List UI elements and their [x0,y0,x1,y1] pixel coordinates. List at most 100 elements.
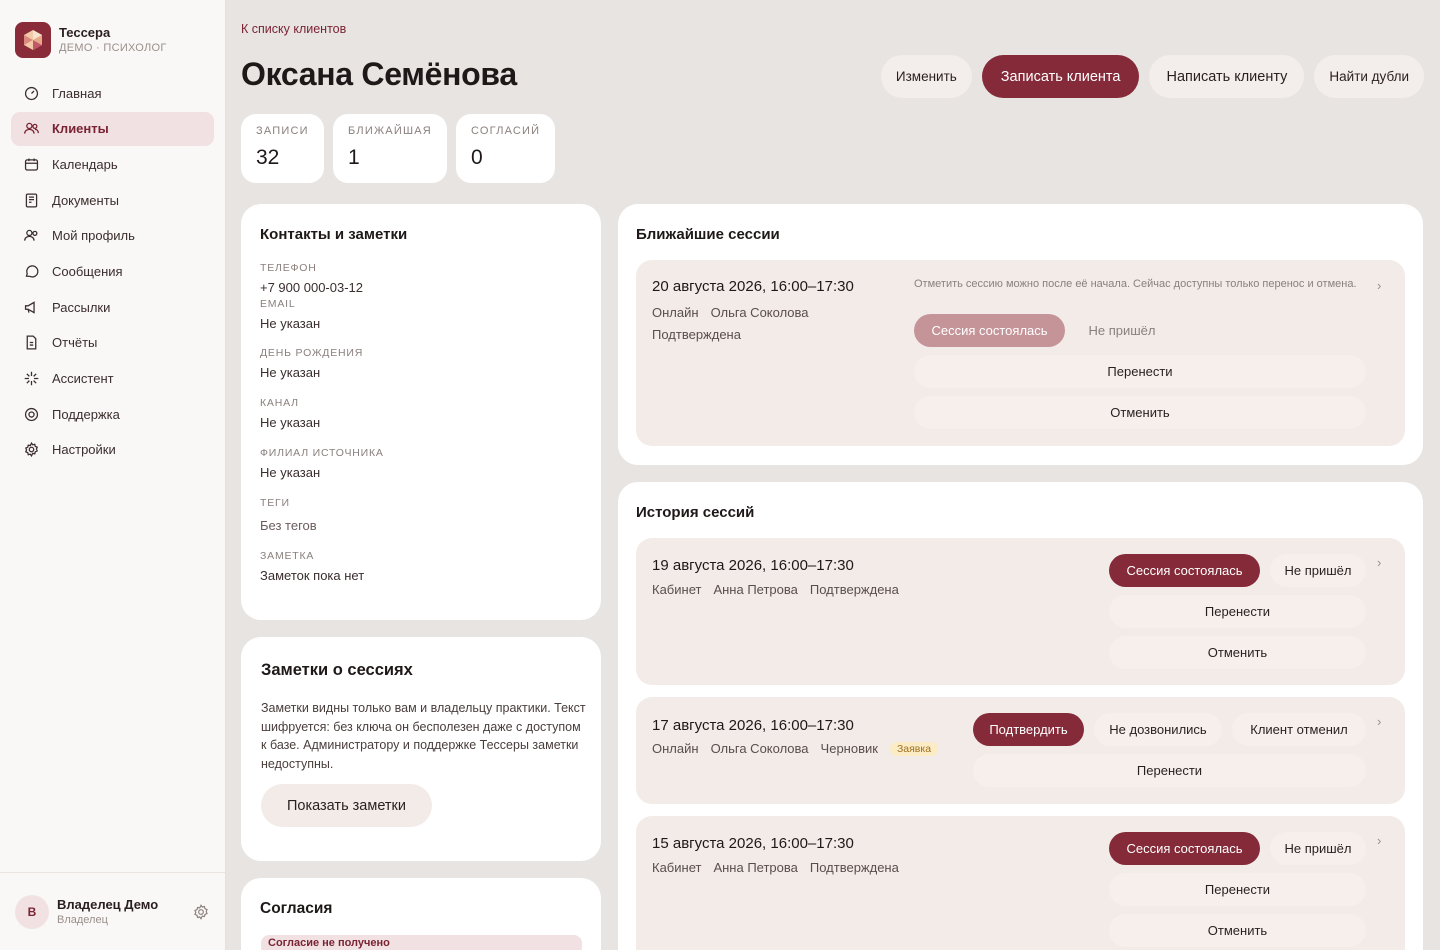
history-session-item[interactable]: 17 августа 2026, 16:00–17:30 Онлайн Ольг… [636,697,1405,804]
upcoming-title: Ближайшие сессии [636,226,780,243]
sidebar-item-label: Настройки [52,442,116,458]
sidebar-item-home[interactable]: Главная [11,76,214,110]
chevron-right-icon[interactable]: › [1377,714,1387,729]
session-done-button[interactable]: Сессия состоялась [1109,832,1260,865]
stat-records: ЗАПИСИ 32 [241,114,324,183]
megaphone-icon [23,299,40,316]
stat-consents: СОГЛАСИЙ 0 [456,114,555,183]
no-show-button[interactable]: Не пришёл [1270,832,1366,865]
document-icon [23,192,40,209]
session-meta: Онлайн Ольга Соколова [652,305,809,320]
cancel-button[interactable]: Отменить [914,396,1366,429]
sidebar-item-label: Главная [52,85,102,101]
session-meta: Кабинет Анна Петрова Подтверждена [652,582,899,597]
session-specialist: Анна Петрова [713,860,798,875]
header-actions: Изменить Записать клиента Написать клиен… [871,55,1424,98]
history-session-item[interactable]: 19 августа 2026, 16:00–17:30 Кабинет Анн… [636,538,1405,685]
stat-value: 1 [348,146,360,169]
brand-title: Тессера [59,25,111,40]
consents-title: Согласия [260,900,333,917]
sidebar-item-calendar[interactable]: Календарь [11,147,214,181]
consent-status-badge: Согласие не получено [261,935,582,950]
client-cancelled-button[interactable]: Клиент отменил [1232,713,1366,746]
edit-button[interactable]: Изменить [880,55,972,98]
report-icon [23,334,40,351]
session-date: 20 августа 2026, 16:00–17:30 [652,278,854,295]
no-answer-button[interactable]: Не дозвонились [1094,713,1222,746]
session-specialist: Ольга Соколова [710,305,809,320]
sidebar-item-messages[interactable]: Сообщения [11,254,214,288]
sidebar-item-label: Мой профиль [52,228,135,244]
session-date: 19 августа 2026, 16:00–17:30 [652,557,854,574]
session-specialist: Ольга Соколова [710,741,809,756]
sidebar-item-profile[interactable]: Мой профиль [11,219,214,253]
sidebar-item-label: Поддержка [52,406,120,422]
consents-card: Согласия Согласие не получено [241,878,601,950]
reschedule-button[interactable]: Перенести [973,754,1366,787]
sidebar-item-documents[interactable]: Документы [11,183,214,217]
contacts-title: Контакты и заметки [260,226,408,243]
branch-value: Не указан [260,465,321,480]
request-badge: Заявка [889,742,939,756]
sidebar-item-reports[interactable]: Отчёты [11,326,214,360]
session-meta: Онлайн Ольга Соколова Черновик Заявка [652,741,939,756]
page-title: Оксана Семёнова [241,56,517,92]
session-status: Подтверждена [652,327,741,342]
write-client-button[interactable]: Написать клиенту [1149,55,1305,98]
birthday-value: Не указан [260,365,321,380]
upcoming-session-item[interactable]: 20 августа 2026, 16:00–17:30 Онлайн Ольг… [636,260,1405,446]
user-settings-gear-icon[interactable] [192,903,210,921]
sidebar-item-label: Отчёты [52,335,98,351]
show-notes-button[interactable]: Показать заметки [261,784,432,827]
reschedule-button[interactable]: Перенести [914,355,1366,388]
sidebar-item-settings[interactable]: Настройки [11,433,214,467]
brand[interactable]: Тессера ДЕМО · ПСИХОЛОГ [15,22,167,58]
birthday-label: ДЕНЬ РОЖДЕНИЯ [260,347,364,359]
sidebar: Тессера ДЕМО · ПСИХОЛОГ Главная Клиенты … [0,0,226,950]
book-client-button[interactable]: Записать клиента [981,55,1140,98]
dashboard-icon [23,85,40,102]
session-done-button[interactable]: Сессия состоялась [1109,554,1260,587]
session-done-button[interactable]: Сессия состоялась [914,314,1065,347]
confirm-button[interactable]: Подтвердить [973,713,1084,746]
user-block[interactable]: В Владелец Демо Владелец [0,872,225,950]
cancel-button[interactable]: Отменить [1109,914,1366,947]
session-date: 17 августа 2026, 16:00–17:30 [652,717,854,734]
sidebar-item-label: Ассистент [52,371,114,386]
sidebar-item-label: Клиенты [52,121,109,137]
brand-subtitle: ДЕМО · ПСИХОЛОГ [59,42,167,54]
contacts-card: Контакты и заметки ТЕЛЕФОН +7 900 000-03… [241,204,601,620]
chevron-right-icon[interactable]: › [1377,555,1387,570]
session-format: Кабинет [652,582,702,597]
history-title: История сессий [636,504,755,521]
session-notes-card: Заметки о сессиях Заметки видны только в… [241,637,601,861]
find-duplicates-button[interactable]: Найти дубли [1314,55,1424,98]
lifebuoy-icon [23,406,40,423]
reschedule-button[interactable]: Перенести [1109,873,1366,906]
calendar-icon [23,156,40,173]
message-icon [23,263,40,280]
channel-label: КАНАЛ [260,397,299,409]
cancel-button[interactable]: Отменить [1109,636,1366,669]
gear-icon [23,441,40,458]
sidebar-item-assistant[interactable]: Ассистент [11,362,214,396]
phone-value[interactable]: +7 900 000-03-12 [260,280,384,295]
no-show-button[interactable]: Не пришёл [1075,314,1169,347]
email-value: Не указан [260,316,321,331]
history-session-item[interactable]: 15 августа 2026, 16:00–17:30 Кабинет Анн… [636,816,1405,950]
session-status: Подтверждена [809,860,899,875]
stat-upcoming: БЛИЖАЙШАЯ 1 [333,114,447,183]
session-specialist: Анна Петрова [713,582,798,597]
back-to-clients-link[interactable]: К списку клиентов [241,22,346,36]
sidebar-item-support[interactable]: Поддержка [11,397,214,431]
reschedule-button[interactable]: Перенести [1109,595,1366,628]
chevron-right-icon[interactable]: › [1377,278,1387,293]
no-show-button[interactable]: Не пришёл [1270,554,1366,587]
session-notes-text: Заметки видны только вам и владельцу пра… [261,701,586,771]
sidebar-item-mailings[interactable]: Рассылки [11,290,214,324]
chevron-right-icon[interactable]: › [1377,833,1387,848]
tags-value: Без тегов [260,518,317,533]
sidebar-item-clients[interactable]: Клиенты [11,111,214,146]
history-card: История сессий 19 августа 2026, 16:00–17… [618,482,1423,950]
stat-value: 32 [256,146,280,169]
